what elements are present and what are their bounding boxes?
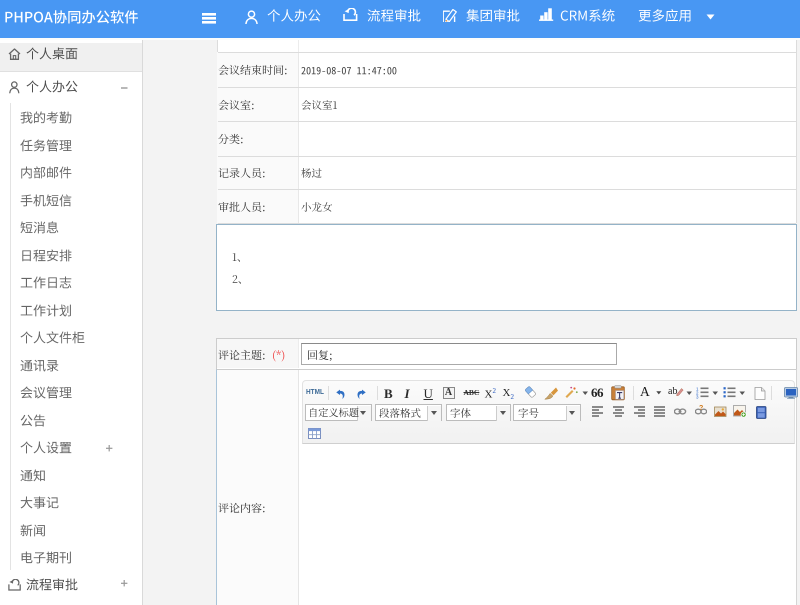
- svg-text:ab: ab: [668, 386, 677, 397]
- svg-text:3: 3: [696, 395, 699, 400]
- svg-text:?: ?: [699, 405, 703, 412]
